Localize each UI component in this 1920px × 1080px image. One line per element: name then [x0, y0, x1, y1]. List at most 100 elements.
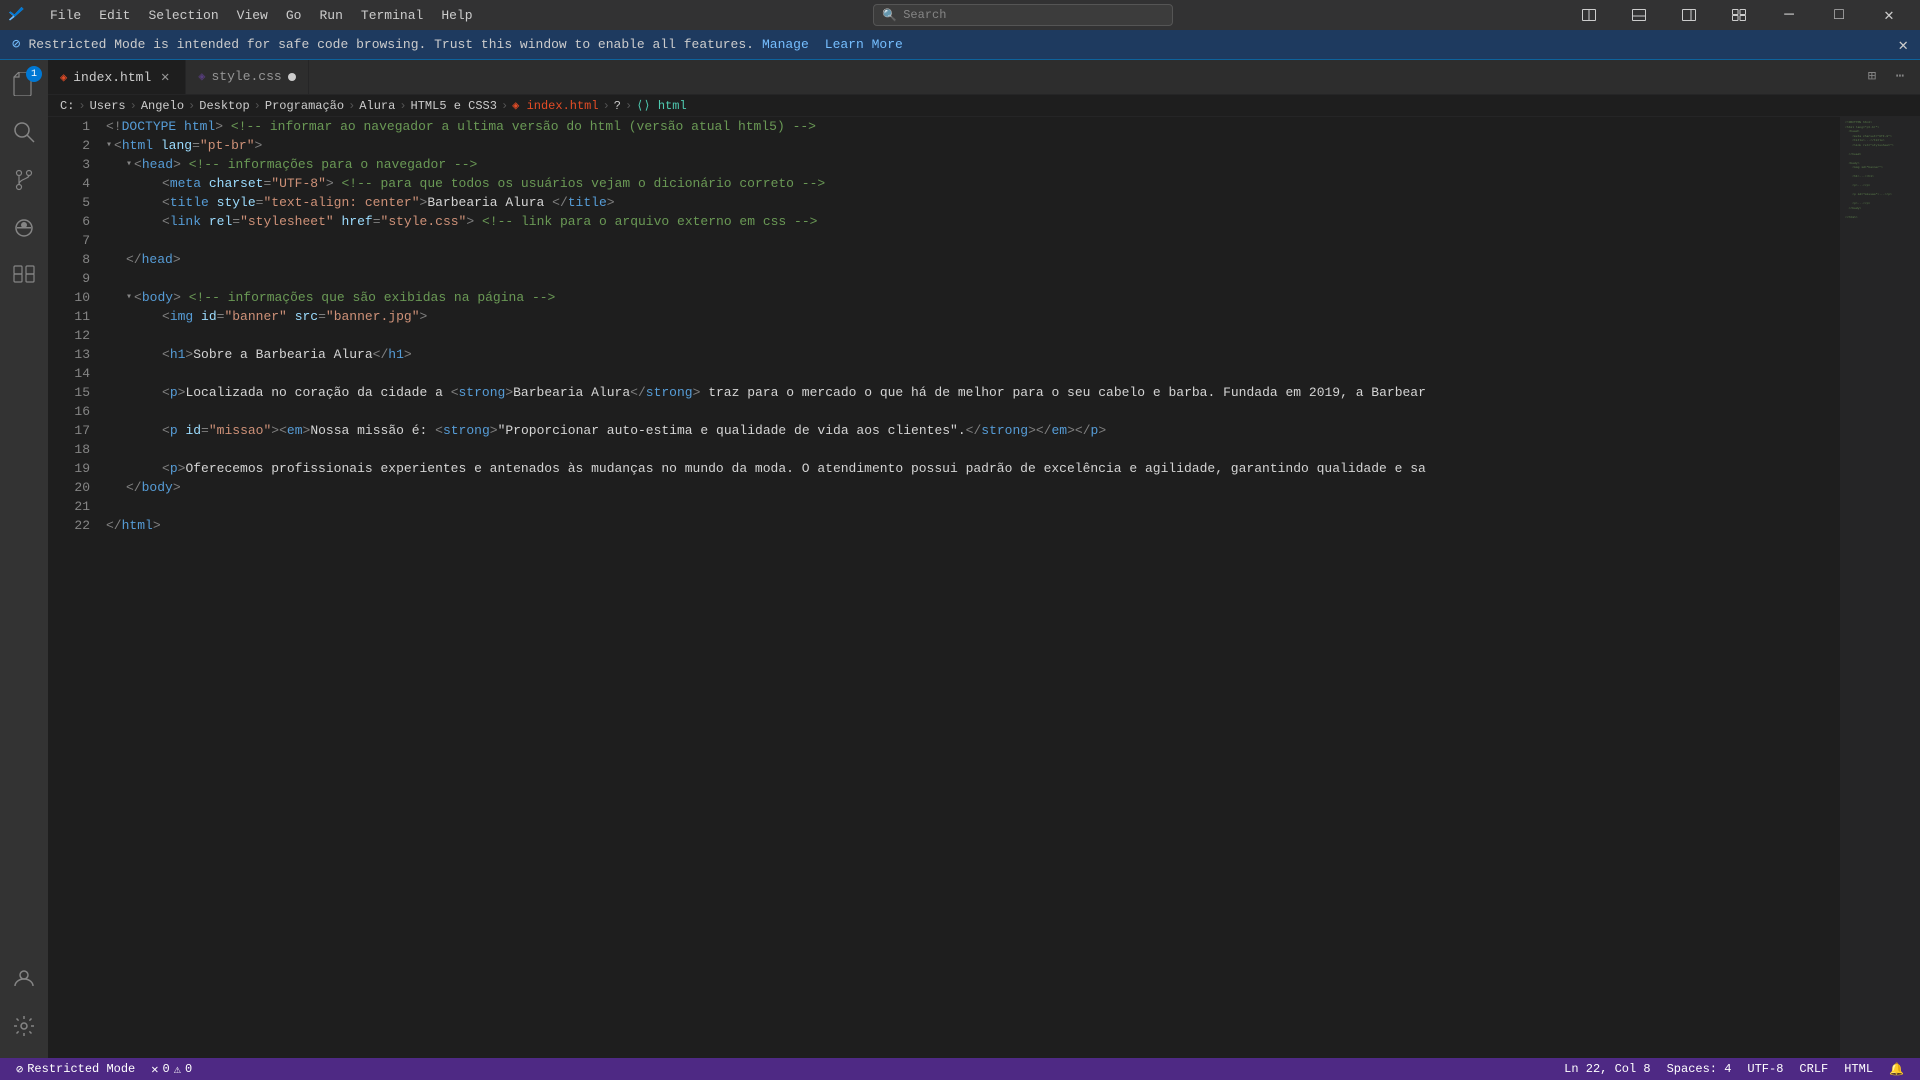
breadcrumb-html-tag[interactable]: ⟨⟩ html — [636, 98, 686, 113]
language-label: HTML — [1844, 1062, 1873, 1076]
tab-label-index-html: index.html — [73, 70, 151, 85]
activity-settings[interactable] — [0, 1002, 48, 1050]
title-bar: File Edit Selection View Go Run Terminal… — [0, 0, 1920, 30]
code-editor[interactable]: 1 2 3 4 5 6 7 8 9 10 11 12 13 14 15 16 1 — [48, 117, 1920, 1058]
errors-status[interactable]: ✕ 0 ⚠ 0 — [143, 1058, 200, 1080]
breadcrumb-programacao[interactable]: Programação — [265, 99, 344, 113]
code-line-15: <p>Localizada no coração da cidade a <st… — [106, 383, 1832, 402]
code-line-14 — [106, 364, 1832, 383]
line-num-8: 8 — [56, 250, 90, 269]
line-ending-status[interactable]: CRLF — [1791, 1058, 1836, 1080]
code-line-1: <!DOCTYPE html> <!-- informar ao navegad… — [106, 117, 1832, 136]
line-num-14: 14 — [56, 364, 90, 383]
search-placeholder: Search — [903, 8, 946, 22]
learn-more-link[interactable]: Learn More — [825, 37, 903, 52]
css-file-icon: ◈ — [198, 69, 205, 84]
restricted-mode-banner: ⊘ Restricted Mode is intended for safe c… — [0, 30, 1920, 60]
activity-debug[interactable] — [0, 204, 48, 252]
breadcrumb-html5css3[interactable]: HTML5 e CSS3 — [411, 99, 497, 113]
encoding-status[interactable]: UTF-8 — [1739, 1058, 1791, 1080]
code-line-10: ▾<body> <!-- informações que são exibida… — [106, 288, 1832, 307]
menu-go[interactable]: Go — [278, 6, 310, 25]
code-line-9 — [106, 269, 1832, 288]
error-count: 0 — [163, 1062, 170, 1076]
line-num-1: 1 — [56, 117, 90, 136]
vscode-logo — [8, 6, 26, 24]
menu-terminal[interactable]: Terminal — [353, 6, 431, 25]
code-content[interactable]: <!DOCTYPE html> <!-- informar ao navegad… — [98, 117, 1840, 1058]
activity-source-control[interactable] — [0, 156, 48, 204]
language-status[interactable]: HTML — [1836, 1058, 1881, 1080]
breadcrumb-index-html[interactable]: ◈ index.html — [512, 98, 598, 113]
menu-run[interactable]: Run — [311, 6, 350, 25]
split-editor-button[interactable]: ⊞ — [1860, 65, 1884, 89]
line-num-22: 22 — [56, 516, 90, 535]
restricted-mode-status[interactable]: ⊘ Restricted Mode — [8, 1058, 143, 1080]
warning-icon: ⚠ — [174, 1062, 181, 1077]
menu-edit[interactable]: Edit — [91, 6, 138, 25]
code-editor-container: 1 2 3 4 5 6 7 8 9 10 11 12 13 14 15 16 1 — [48, 117, 1920, 1058]
code-line-6: <link rel="stylesheet" href="style.css">… — [106, 212, 1832, 231]
code-line-3: ▾<head> <!-- informações para o navegado… — [106, 155, 1832, 174]
tab-style-css[interactable]: ◈ style.css — [186, 60, 308, 94]
tab-close-index-html[interactable]: ✕ — [157, 69, 173, 85]
maximize-button[interactable]: □ — [1816, 0, 1862, 30]
breadcrumb-users[interactable]: Users — [90, 99, 126, 113]
error-icon: ✕ — [151, 1062, 158, 1077]
tab-index-html[interactable]: ◈ index.html ✕ — [48, 60, 186, 94]
restricted-mode-label: Restricted Mode — [27, 1062, 135, 1076]
side-panel-button[interactable] — [1666, 0, 1712, 30]
main-layout: 1 — [0, 60, 1920, 1058]
line-num-18: 18 — [56, 440, 90, 459]
title-bar-left: File Edit Selection View Go Run Terminal… — [8, 6, 481, 25]
code-line-13: <h1>Sobre a Barbearia Alura</h1> — [106, 345, 1832, 364]
activity-extensions[interactable] — [0, 252, 48, 300]
line-num-16: 16 — [56, 402, 90, 421]
menu-view[interactable]: View — [229, 6, 276, 25]
more-actions-button[interactable]: ⋯ — [1888, 65, 1912, 89]
breadcrumb-alura[interactable]: Alura — [359, 99, 395, 113]
layout-options-button[interactable] — [1716, 0, 1762, 30]
activity-account[interactable] — [0, 954, 48, 1002]
tab-label-style-css: style.css — [211, 69, 281, 84]
activity-search[interactable] — [0, 108, 48, 156]
line-num-5: 5 — [56, 193, 90, 212]
html-file-icon: ◈ — [60, 70, 67, 85]
tabs-actions: ⊞ ⋯ — [1852, 60, 1920, 94]
activity-bar: 1 — [0, 60, 48, 1058]
encoding-label: UTF-8 — [1747, 1062, 1783, 1076]
global-search-bar[interactable]: 🔍 Search — [873, 4, 1173, 26]
breadcrumb-angelo[interactable]: Angelo — [141, 99, 184, 113]
indentation-status[interactable]: Spaces: 4 — [1659, 1058, 1740, 1080]
line-num-17: 17 — [56, 421, 90, 440]
search-icon: 🔍 — [882, 8, 897, 23]
code-line-4: <meta charset="UTF-8"> <!-- para que tod… — [106, 174, 1832, 193]
bell-icon: 🔔 — [1889, 1062, 1904, 1077]
breadcrumb-desktop[interactable]: Desktop — [199, 99, 249, 113]
menu-file[interactable]: File — [42, 6, 89, 25]
line-num-19: 19 — [56, 459, 90, 478]
close-button[interactable]: ✕ — [1866, 0, 1912, 30]
banner-close-button[interactable]: ✕ — [1898, 35, 1908, 55]
line-num-15: 15 — [56, 383, 90, 402]
code-line-5: <title style="text-align: center">Barbea… — [106, 193, 1832, 212]
code-line-11: <img id="banner" src="banner.jpg"> — [106, 307, 1832, 326]
manage-link[interactable]: Manage — [762, 37, 809, 52]
editor-layout-button[interactable] — [1566, 0, 1612, 30]
breadcrumb-drive[interactable]: C: — [60, 99, 74, 113]
line-num-7: 7 — [56, 231, 90, 250]
menu-bar: File Edit Selection View Go Run Terminal… — [42, 6, 481, 25]
editor-tabs: ◈ index.html ✕ ◈ style.css ⊞ ⋯ — [48, 60, 1920, 95]
line-num-12: 12 — [56, 326, 90, 345]
line-num-6: 6 — [56, 212, 90, 231]
panel-layout-button[interactable] — [1616, 0, 1662, 30]
cursor-position-status[interactable]: Ln 22, Col 8 — [1556, 1058, 1658, 1080]
editor-area: ◈ index.html ✕ ◈ style.css ⊞ ⋯ C: › User… — [48, 60, 1920, 1058]
minimize-button[interactable]: ─ — [1766, 0, 1812, 30]
activity-explorer[interactable]: 1 — [0, 60, 48, 108]
breadcrumb: C: › Users › Angelo › Desktop › Programa… — [48, 95, 1920, 117]
breadcrumb-question[interactable]: ? — [614, 99, 621, 113]
notifications-status[interactable]: 🔔 — [1881, 1058, 1912, 1080]
menu-help[interactable]: Help — [433, 6, 480, 25]
menu-selection[interactable]: Selection — [140, 6, 226, 25]
